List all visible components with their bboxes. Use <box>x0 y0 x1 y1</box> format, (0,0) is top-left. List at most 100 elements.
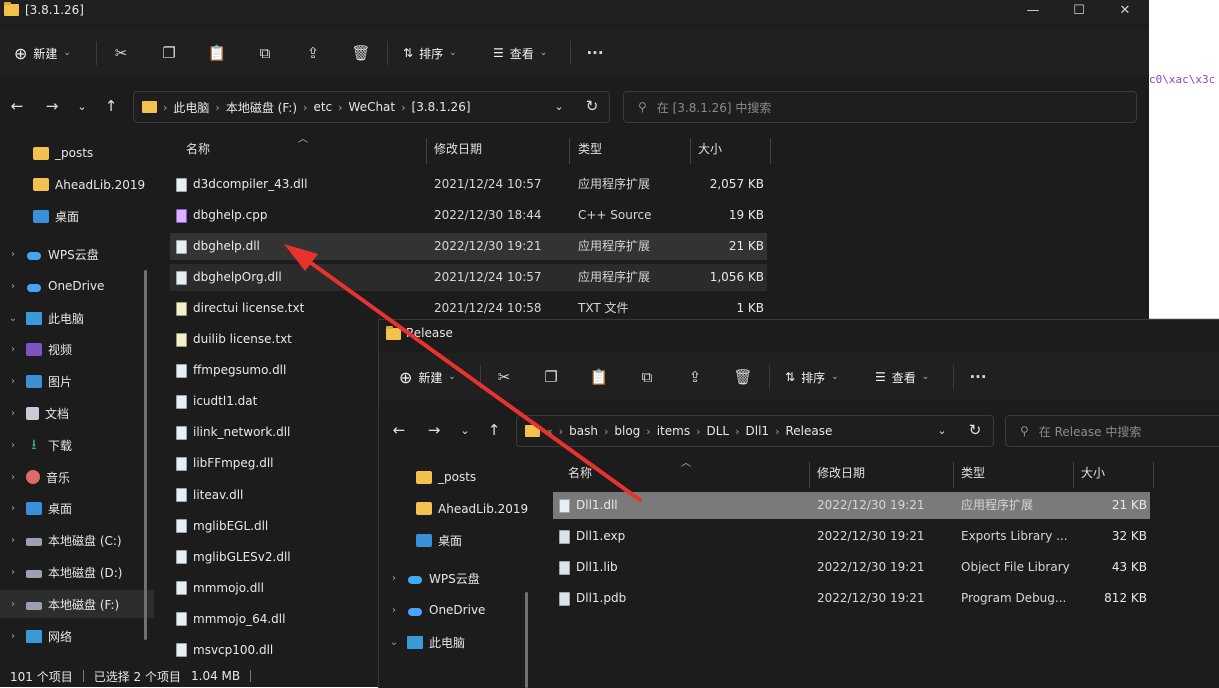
column-header-type[interactable]: 类型 <box>578 134 602 164</box>
chevron-right-icon[interactable]: › <box>6 249 20 260</box>
new-button[interactable]: ⊕ 新建 ⌄ <box>8 38 88 68</box>
address-history-chevron-icon[interactable]: ⌄ <box>932 420 952 440</box>
column-header-size[interactable]: 大小 <box>1081 458 1105 488</box>
file-row[interactable]: Dll1.pdb 2022/12/30 19:21 Program Debug...… <box>553 585 1150 612</box>
cut-icon[interactable]: ✂ <box>492 365 516 389</box>
breadcrumb-item[interactable]: DLL <box>706 424 729 438</box>
breadcrumb-item[interactable]: Dll1 <box>746 424 770 438</box>
sidebar-item[interactable]: › 本地磁盘 (C:) <box>6 527 122 555</box>
paste-icon[interactable]: 📋 <box>205 41 229 65</box>
breadcrumb-separator-icon[interactable]: › <box>604 425 608 438</box>
sidebar-item[interactable]: › 本地磁盘 (F:) <box>0 590 154 619</box>
breadcrumb-item[interactable]: bash <box>569 424 598 438</box>
file-row[interactable]: Dll1.exp 2022/12/30 19:21 Exports Library … <box>553 523 1150 550</box>
chevron-right-icon[interactable]: › <box>6 281 20 292</box>
chevron-right-icon[interactable]: › <box>6 408 20 419</box>
file-row[interactable]: dbghelp.dll 2022/12/30 19:21 应用程序扩展 21 KB <box>170 233 767 261</box>
sidebar-item[interactable]: › OneDrive <box>6 272 104 300</box>
chevron-right-icon[interactable]: › <box>6 599 20 610</box>
view-menu[interactable]: ☰ 查看 ⌄ <box>493 41 547 65</box>
breadcrumb-separator-icon[interactable]: › <box>735 425 739 438</box>
breadcrumb-item[interactable]: etc <box>313 100 332 114</box>
breadcrumb-separator-icon[interactable]: › <box>215 101 219 114</box>
sidebar-item[interactable]: _posts <box>416 463 476 491</box>
file-row[interactable]: Dll1.dll 2022/12/30 19:21 应用程序扩展 21 KB <box>553 492 1150 519</box>
paste-icon[interactable]: 📋 <box>587 365 611 389</box>
address-overflow[interactable]: « <box>546 425 553 438</box>
navigation-pane-scrollbar[interactable] <box>144 270 147 640</box>
file-row[interactable]: Dll1.lib 2022/12/30 19:21 Object File Libr… <box>553 554 1150 581</box>
column-divider[interactable] <box>770 138 771 164</box>
share-icon[interactable]: ⇪ <box>301 41 325 65</box>
chevron-right-icon[interactable]: › <box>6 567 20 578</box>
sidebar-item[interactable]: › OneDrive <box>387 596 485 624</box>
chevron-right-icon[interactable]: › <box>6 472 20 483</box>
file-row[interactable]: dbghelp.cpp 2022/12/30 18:44 C++ Source 19 … <box>170 202 767 229</box>
sidebar-item[interactable]: AheadLib.2019 <box>33 171 145 199</box>
breadcrumb-separator-icon[interactable]: › <box>401 101 405 114</box>
breadcrumb-separator-icon[interactable]: › <box>696 425 700 438</box>
column-header-name[interactable]: 名称 <box>568 458 592 488</box>
sidebar-item[interactable]: _posts <box>33 139 93 167</box>
back-arrow-icon[interactable]: ← <box>7 96 27 116</box>
close-button[interactable]: ✕ <box>1102 0 1148 24</box>
recent-chevron-icon[interactable]: ⌄ <box>455 420 475 440</box>
column-header-name[interactable]: 名称 <box>186 134 210 164</box>
chevron-right-icon[interactable]: › <box>6 503 20 514</box>
chevron-right-icon[interactable]: › <box>387 573 401 584</box>
copy-icon[interactable]: ❐ <box>157 41 181 65</box>
address-history-chevron-icon[interactable]: ⌄ <box>549 96 569 116</box>
column-divider[interactable] <box>1153 462 1154 488</box>
view-menu[interactable]: ☰ 查看 ⌄ <box>875 365 929 389</box>
breadcrumb-separator-icon[interactable]: › <box>559 425 563 438</box>
breadcrumb-item[interactable]: WeChat <box>349 100 396 114</box>
recent-chevron-icon[interactable]: ⌄ <box>72 96 92 116</box>
delete-icon[interactable]: 🗑 <box>349 41 373 65</box>
breadcrumb-item[interactable]: 此电脑 <box>173 99 209 116</box>
sidebar-item[interactable]: 桌面 <box>416 527 462 555</box>
breadcrumb-item[interactable]: 本地磁盘 (F:) <box>226 99 297 116</box>
sidebar-item[interactable]: › WPS云盘 <box>6 240 99 268</box>
share-icon[interactable]: ⇪ <box>683 365 707 389</box>
back-arrow-icon[interactable]: ← <box>389 420 409 440</box>
column-divider[interactable] <box>809 462 810 488</box>
breadcrumb-item[interactable]: [3.8.1.26] <box>412 100 471 114</box>
sidebar-item[interactable]: › 文档 <box>6 399 69 427</box>
more-options-icon[interactable]: ··· <box>966 365 990 389</box>
chevron-right-icon[interactable]: › <box>6 631 20 642</box>
search-box[interactable]: ⚲ 在 [3.8.1.26] 中搜索 <box>623 91 1137 123</box>
column-divider[interactable] <box>569 138 570 164</box>
file-row[interactable]: dbghelpOrg.dll 2021/12/24 10:57 应用程序扩展 1,05… <box>170 264 767 292</box>
delete-icon[interactable]: 🗑 <box>731 365 755 389</box>
forward-arrow-icon[interactable]: → <box>424 420 444 440</box>
column-divider[interactable] <box>1073 462 1074 488</box>
search-box[interactable]: ⚲ 在 Release 中搜索 <box>1005 415 1219 447</box>
sidebar-item[interactable]: › 本地磁盘 (D:) <box>6 558 122 586</box>
column-header-type[interactable]: 类型 <box>961 458 985 488</box>
column-divider[interactable] <box>953 462 954 488</box>
address-bar[interactable]: › 此电脑 › 本地磁盘 (F:) › etc › WeChat › [3.8.1.26] <box>133 91 610 123</box>
up-arrow-icon[interactable]: ↑ <box>484 420 504 440</box>
chevron-down-icon[interactable]: ⌄ <box>6 313 20 324</box>
breadcrumb-item[interactable]: items <box>657 424 690 438</box>
forward-arrow-icon[interactable]: → <box>42 96 62 116</box>
breadcrumb-separator-icon[interactable]: › <box>775 425 779 438</box>
breadcrumb-separator-icon[interactable]: › <box>163 101 167 114</box>
breadcrumb-separator-icon[interactable]: › <box>646 425 650 438</box>
sidebar-item[interactable]: › ⭳ 下载 <box>6 431 72 459</box>
more-options-icon[interactable]: ··· <box>583 41 607 65</box>
minimize-button[interactable]: — <box>1010 0 1056 24</box>
sidebar-item[interactable]: › 桌面 <box>6 495 72 523</box>
sidebar-item[interactable]: › WPS云盘 <box>387 564 480 592</box>
chevron-right-icon[interactable]: › <box>387 605 401 616</box>
column-header-date[interactable]: 修改日期 <box>817 458 865 488</box>
up-arrow-icon[interactable]: ↑ <box>101 96 121 116</box>
maximize-button[interactable]: ☐ <box>1056 0 1102 24</box>
sidebar-item[interactable]: › 图片 <box>6 368 72 396</box>
chevron-right-icon[interactable]: › <box>6 535 20 546</box>
rename-icon[interactable]: ⧉ <box>253 41 277 65</box>
refresh-icon[interactable]: ↻ <box>965 420 985 440</box>
chevron-right-icon[interactable]: › <box>6 344 20 355</box>
sidebar-item[interactable]: AheadLib.2019 <box>416 495 528 523</box>
copy-icon[interactable]: ❐ <box>539 365 563 389</box>
